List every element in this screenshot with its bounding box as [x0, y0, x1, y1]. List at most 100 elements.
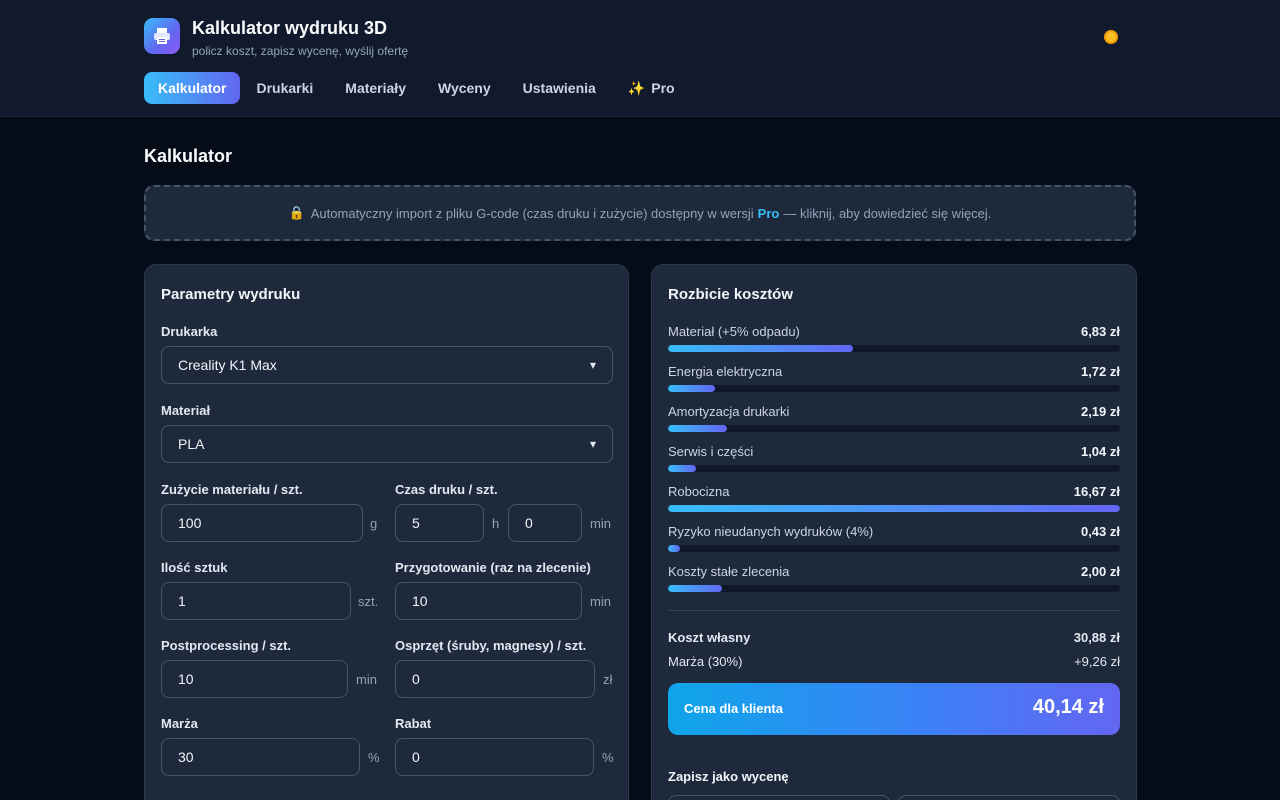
cost-row: Koszty stałe zlecenia 2,00 zł	[668, 564, 1120, 596]
cost-name: Robocizna	[668, 484, 730, 499]
qty-label: Ilość sztuk	[161, 560, 228, 575]
post-input[interactable]: 10	[161, 660, 348, 698]
params-title: Parametry wydruku	[161, 286, 301, 303]
sun-icon[interactable]	[1101, 27, 1121, 47]
margin-label: Marża	[161, 716, 198, 731]
hardware-label: Osprzęt (śruby, magnesy) / szt.	[395, 638, 587, 653]
app-subtitle: policz koszt, zapisz wycenę, wyślij ofer…	[192, 44, 409, 58]
tab-materialy[interactable]: Materiały	[329, 72, 422, 104]
quote-client-input[interactable]	[898, 795, 1120, 800]
material-label: Materiał	[161, 403, 211, 418]
print-hours-input[interactable]: 5	[395, 504, 484, 542]
hours-unit: h	[492, 516, 500, 531]
app-title: Kalkulator wydruku 3D	[192, 18, 388, 38]
cost-bar-fill	[668, 505, 1120, 512]
main-nav: Kalkulator Drukarki Materiały Wyceny Ust…	[144, 72, 691, 104]
prep-label: Przygotowanie (raz na zlecenie)	[395, 560, 591, 575]
cost-row: Robocizna 16,67 zł	[668, 484, 1120, 516]
cost-value: 2,00 zł	[1080, 564, 1120, 579]
margin-input[interactable]: 30	[161, 738, 360, 776]
breakdown-title: Rozbicie kosztów	[668, 286, 794, 303]
post-unit: min	[356, 672, 377, 687]
cost-row: Energia elektryczna 1,72 zł	[668, 364, 1120, 396]
print-minutes-input[interactable]: 0	[508, 504, 582, 542]
cost-bar-track	[668, 545, 1120, 552]
discount-input[interactable]: 0	[395, 738, 594, 776]
usage-unit: g	[370, 516, 378, 531]
cost-value: 1,04 zł	[1080, 444, 1120, 459]
cost-bar-fill	[668, 425, 727, 432]
banner-text: Automatyczny import z pliku G-code (czas…	[310, 205, 754, 221]
cost-value: 1,72 zł	[1080, 364, 1120, 379]
printer-icon	[144, 18, 180, 54]
material-select-value: PLA	[178, 436, 205, 452]
cost-value: 16,67 zł	[1073, 484, 1120, 499]
margin-sum-value: +9,26 zł	[1074, 654, 1120, 669]
divider	[668, 610, 1120, 611]
cost-bar-track	[668, 385, 1120, 392]
client-price-box: Cena dla klienta 40,14 zł	[668, 683, 1120, 735]
cost-name: Materiał (+5% odpadu)	[668, 324, 800, 339]
cost-value: 2,19 zł	[1080, 404, 1120, 419]
discount-unit: %	[602, 750, 614, 765]
cost-value: 6,83 zł	[1080, 324, 1120, 339]
qty-input[interactable]: 1	[161, 582, 351, 620]
own-cost-label: Koszt własny	[668, 630, 751, 645]
discount-label: Rabat	[395, 716, 432, 731]
usage-label: Zużycie materiału / szt.	[161, 482, 303, 497]
cost-value: 0,43 zł	[1080, 524, 1120, 539]
own-cost-value: 30,88 zł	[1073, 630, 1120, 645]
post-label: Postprocessing / szt.	[161, 638, 292, 653]
pro-banner[interactable]: 🔒 Automatyczny import z pliku G-code (cz…	[144, 185, 1136, 241]
cost-bar-track	[668, 465, 1120, 472]
qty-unit: szt.	[358, 594, 379, 609]
cost-row: Serwis i części 1,04 zł	[668, 444, 1120, 476]
prep-input[interactable]: 10	[395, 582, 582, 620]
margin-unit: %	[368, 750, 380, 765]
quote-name-input[interactable]	[668, 795, 890, 800]
client-price-label: Cena dla klienta	[684, 701, 783, 716]
tab-wyceny[interactable]: Wyceny	[422, 72, 507, 104]
cost-bar-fill	[668, 545, 680, 552]
chevron-down-icon: ▾	[589, 437, 596, 451]
tab-drukarki[interactable]: Drukarki	[240, 72, 329, 104]
lock-icon: 🔒	[288, 205, 305, 220]
cost-name: Energia elektryczna	[668, 364, 783, 379]
tab-kalkulator[interactable]: Kalkulator	[144, 72, 241, 104]
cost-bar-track	[668, 425, 1120, 432]
chevron-down-icon: ▾	[589, 358, 596, 372]
printer-select-value: Creality K1 Max	[178, 357, 277, 373]
usage-input[interactable]: 100	[161, 504, 363, 542]
print-time-label: Czas druku / szt.	[395, 482, 498, 497]
cost-row: Ryzyko nieudanych wydruków (4%) 0,43 zł	[668, 524, 1120, 556]
page-title: Kalkulator	[144, 146, 233, 166]
cost-row: Amortyzacja drukarki 2,19 zł	[668, 404, 1120, 436]
tab-ustawienia[interactable]: Ustawienia	[507, 72, 612, 104]
printer-select[interactable]: Creality K1 Max ▾	[161, 346, 613, 384]
cost-bar-fill	[668, 385, 715, 392]
hardware-input[interactable]: 0	[395, 660, 595, 698]
banner-pro-link[interactable]: Pro	[758, 206, 780, 221]
tab-pro-label: Pro	[651, 80, 675, 96]
cost-bar-fill	[668, 345, 853, 352]
save-quote-title: Zapisz jako wycenę	[668, 769, 789, 784]
tab-pro[interactable]: ✨ Pro	[612, 72, 691, 104]
cost-bar-track	[668, 345, 1120, 352]
margin-sum-label: Marża (30%)	[668, 654, 743, 669]
cost-name: Koszty stałe zlecenia	[668, 564, 790, 579]
cost-bar-fill	[668, 465, 696, 472]
cost-name: Amortyzacja drukarki	[668, 404, 790, 419]
cost-name: Ryzyko nieudanych wydruków (4%)	[668, 524, 874, 539]
sparkles-icon: ✨	[627, 79, 646, 96]
banner-text-after: — kliknij, aby dowiedzieć się więcej.	[783, 205, 992, 221]
app-header: Kalkulator wydruku 3D policz koszt, zapi…	[0, 0, 1280, 117]
material-select[interactable]: PLA ▾	[161, 425, 613, 463]
minutes-unit: min	[590, 516, 611, 531]
cost-bar-fill	[668, 585, 722, 592]
cost-bar-track	[668, 505, 1120, 512]
cost-name: Serwis i części	[668, 444, 754, 459]
prep-unit: min	[590, 594, 611, 609]
printer-label: Drukarka	[161, 324, 218, 339]
cost-row: Materiał (+5% odpadu) 6,83 zł	[668, 324, 1120, 356]
hardware-unit: zł	[603, 672, 613, 687]
